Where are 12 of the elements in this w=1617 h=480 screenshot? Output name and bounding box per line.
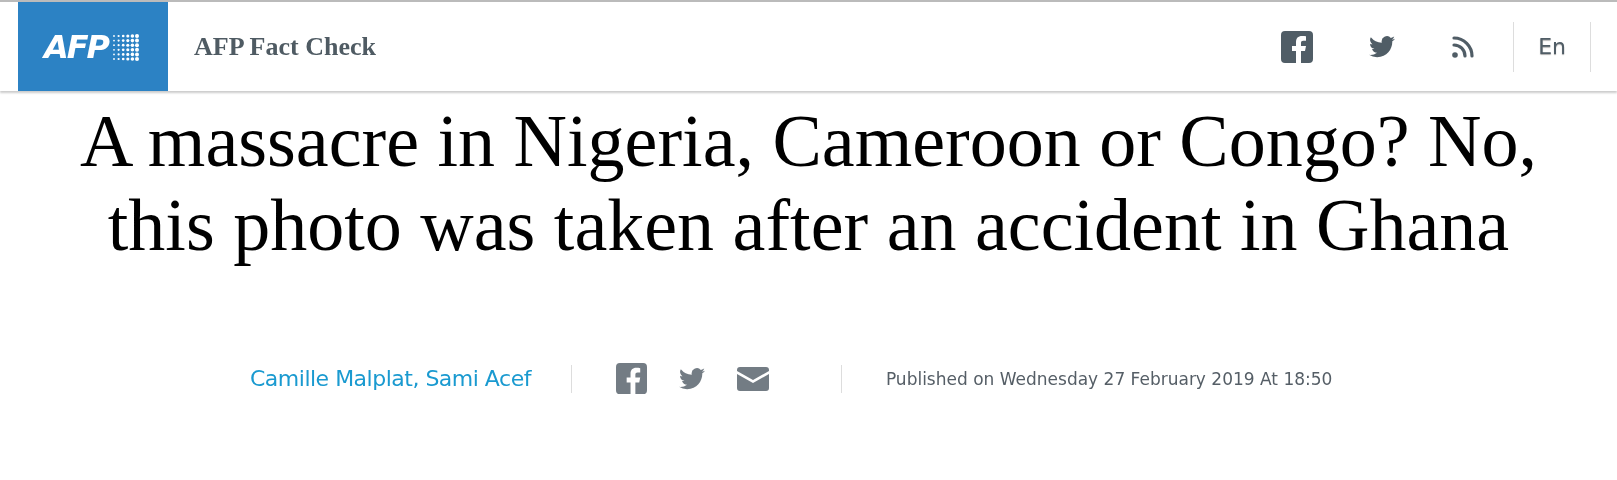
twitter-icon[interactable] [1369, 35, 1396, 58]
facebook-icon[interactable] [1281, 30, 1314, 63]
article-headline: A massacre in Nigeria, Cameroon or Congo? No, this photo was taken after an accident in Ghana [79, 99, 1538, 267]
twitter-share-icon[interactable] [678, 367, 705, 390]
rss-icon[interactable] [1451, 34, 1476, 59]
email-share-icon[interactable] [736, 366, 769, 391]
afp-logo[interactable]: AFP [18, 2, 168, 91]
site-title[interactable]: AFP Fact Check [194, 31, 376, 62]
facebook-share-icon[interactable] [615, 363, 647, 394]
language-switch[interactable]: En [1514, 34, 1590, 59]
logo-text: AFP [43, 27, 109, 66]
publish-date: Published on Wednesday 27 February 2019 At 18:50 [885, 368, 1333, 389]
